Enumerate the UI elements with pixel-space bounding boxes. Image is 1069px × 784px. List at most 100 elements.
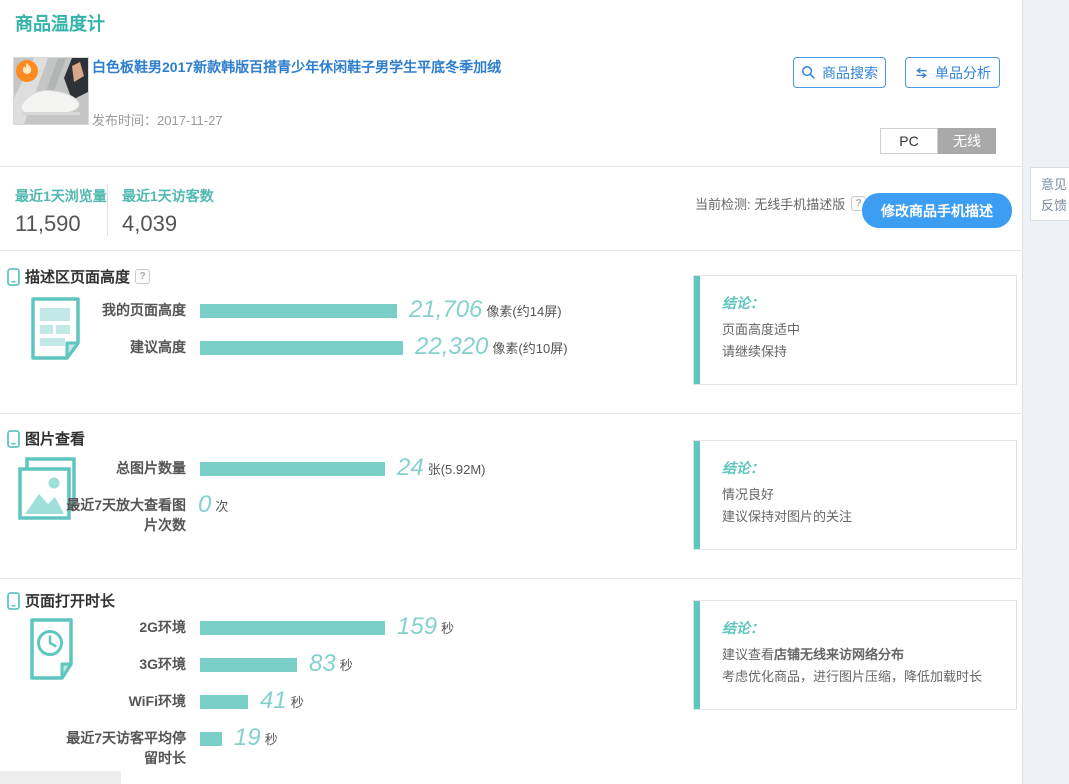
stat-visitors-value: 4,039: [122, 211, 214, 237]
metric-label: 最近7天访客平均停留时长: [58, 728, 186, 768]
page-title: 商品温度计: [15, 10, 105, 36]
feedback-line2: 反馈: [1041, 195, 1069, 216]
metric-label: 3G环境: [58, 654, 186, 674]
swap-arrows-icon: [914, 67, 929, 79]
metric-unit: 次: [215, 500, 228, 514]
feedback-tab[interactable]: 意见 反馈: [1030, 167, 1069, 221]
metric-value: 0: [198, 493, 211, 517]
metric-bar: [200, 304, 397, 318]
toggle-pc[interactable]: PC: [880, 128, 938, 154]
conclusion-box: 结论： 页面高度适中 请继续保持: [693, 275, 1017, 385]
conclusion-box: 结论： 建议查看店铺无线来访网络分布 考虑优化商品，进行图片压缩，降低加载时长: [693, 600, 1017, 710]
conclusion-line: 考虑优化商品，进行图片压缩，降低加载时长: [722, 666, 1000, 688]
metric-value: 19: [234, 726, 261, 750]
conclusion-box: 结论： 情况良好 建议保持对图片的关注: [693, 440, 1017, 550]
stat-views: 最近1天浏览量 11,590: [15, 186, 107, 237]
phone-icon: [7, 592, 20, 610]
product-thumbnail[interactable]: [13, 57, 89, 125]
product-title-link[interactable]: 白色板鞋男2017新款韩版百搭青少年休闲鞋子男学生平底冬季加绒: [92, 57, 732, 77]
metric-unit: 张(5.92M): [428, 463, 486, 477]
metric-row: 最近7天访客平均停留时长 19 秒: [0, 728, 454, 768]
conclusion-accent: [694, 276, 700, 384]
modify-mobile-description-button[interactable]: 修改商品手机描述: [862, 193, 1012, 228]
metric-row: 总图片数量 24 张(5.92M): [0, 458, 486, 480]
flame-badge: [16, 60, 38, 82]
section-title: 描述区页面高度: [25, 266, 130, 287]
stat-views-value: 11,590: [15, 211, 107, 237]
single-item-analysis-button[interactable]: 单品分析: [905, 57, 1000, 88]
conclusion-line: 建议保持对图片的关注: [722, 506, 1000, 528]
product-photo: [14, 58, 88, 124]
metric-label: WiFi环境: [58, 691, 186, 711]
toggle-wireless[interactable]: 无线: [938, 128, 996, 154]
metric-unit: 秒: [441, 622, 454, 636]
product-search-button[interactable]: 商品搜索: [793, 57, 886, 88]
conclusion-accent: [694, 441, 700, 549]
metric-unit: 秒: [340, 659, 353, 673]
metric-row: 最近7天放大查看图片次数 0 次: [0, 495, 486, 535]
metric-bar: [200, 462, 385, 476]
metric-row: WiFi环境 41 秒: [0, 691, 454, 713]
bottom-edge-block: [0, 771, 121, 784]
conclusion-title: 结论：: [722, 618, 1000, 638]
feedback-line1: 意见: [1041, 174, 1069, 195]
metric-unit: 像素(约14屏): [486, 305, 561, 319]
metric-label: 我的页面高度: [58, 300, 186, 320]
section-title: 图片查看: [25, 428, 85, 449]
metric-value: 41: [260, 689, 287, 713]
metric-rows: 我的页面高度 21,706 像素(约14屏) 建议高度 22,320 像素(约1…: [0, 300, 568, 374]
phone-icon: [7, 268, 20, 286]
stat-visitors: 最近1天访客数 4,039: [122, 186, 214, 237]
section-header: 图片查看: [7, 428, 85, 449]
metric-bar: [200, 732, 222, 746]
conclusion-title: 结论：: [722, 293, 1000, 313]
metric-value: 83: [309, 652, 336, 676]
metric-value: 22,320: [415, 335, 488, 359]
metric-bar: [200, 695, 248, 709]
stat-views-label: 最近1天浏览量: [15, 186, 107, 206]
pc-wireless-toggle: PC 无线: [880, 128, 996, 154]
metric-value: 21,706: [409, 298, 482, 322]
metric-value: 159: [397, 615, 437, 639]
conclusion-line: 页面高度适中: [722, 319, 1000, 341]
publish-date: 发布时间：2017-11-27: [92, 110, 223, 129]
section-image-view: 图片查看 总图片数量 24 张(5.92M) 最近7天放大查看图片次数 0 次: [0, 413, 1022, 578]
phone-icon: [7, 430, 20, 448]
conclusion-accent: [694, 601, 700, 709]
metric-label: 建议高度: [58, 337, 186, 357]
metric-row: 2G环境 159 秒: [0, 617, 454, 639]
metric-rows: 2G环境 159 秒 3G环境 83 秒 WiFi环境 41 秒 最近7天访客平…: [0, 617, 454, 783]
section-help-icon[interactable]: ?: [135, 269, 150, 284]
metric-bar: [200, 621, 385, 635]
metric-bar: [200, 658, 297, 672]
conclusion-line: 情况良好: [722, 484, 1000, 506]
conclusion-line: 建议查看店铺无线来访网络分布: [722, 644, 1000, 666]
metric-row: 建议高度 22,320 像素(约10屏): [0, 337, 568, 359]
section-header: 描述区页面高度 ?: [7, 266, 150, 287]
current-detection-text: 当前检测: 无线手机描述版: [695, 194, 845, 213]
stat-visitors-label: 最近1天访客数: [122, 186, 214, 206]
metric-bar: [200, 341, 403, 355]
metric-unit: 像素(约10屏): [492, 342, 567, 356]
metric-label: 最近7天放大查看图片次数: [58, 495, 186, 535]
metric-rows: 总图片数量 24 张(5.92M) 最近7天放大查看图片次数 0 次: [0, 458, 486, 550]
metric-label: 总图片数量: [58, 458, 186, 478]
product-thermometer-page: 商品温度计 白色板鞋男2017新款韩版百搭青少年休闲鞋子男学生平底冬季加绒 发布…: [0, 0, 1069, 784]
current-detection: 当前检测: 无线手机描述版 ?: [695, 194, 866, 213]
metric-row: 我的页面高度 21,706 像素(约14屏): [0, 300, 568, 322]
metric-unit: 秒: [291, 696, 304, 710]
single-item-analysis-label: 单品分析: [935, 63, 991, 83]
product-search-label: 商品搜索: [822, 63, 878, 83]
metric-unit: 秒: [265, 733, 278, 747]
section-open-duration: 页面打开时长 2G环境 159 秒 3G环境 83 秒 WiFi环境: [0, 578, 1022, 784]
search-icon: [801, 65, 816, 80]
metric-row: 3G环境 83 秒: [0, 654, 454, 676]
section-page-height: 描述区页面高度 ? 我的页面高度 21,706 像素(约14屏) 建议高度 22…: [0, 250, 1022, 413]
conclusion-line: 请继续保持: [722, 341, 1000, 363]
stat-divider: [107, 184, 108, 236]
section-title: 页面打开时长: [25, 590, 115, 611]
section-header: 页面打开时长: [7, 590, 115, 611]
metric-label: 2G环境: [58, 617, 186, 637]
metric-value: 24: [397, 456, 424, 480]
right-gutter: [1022, 0, 1069, 784]
